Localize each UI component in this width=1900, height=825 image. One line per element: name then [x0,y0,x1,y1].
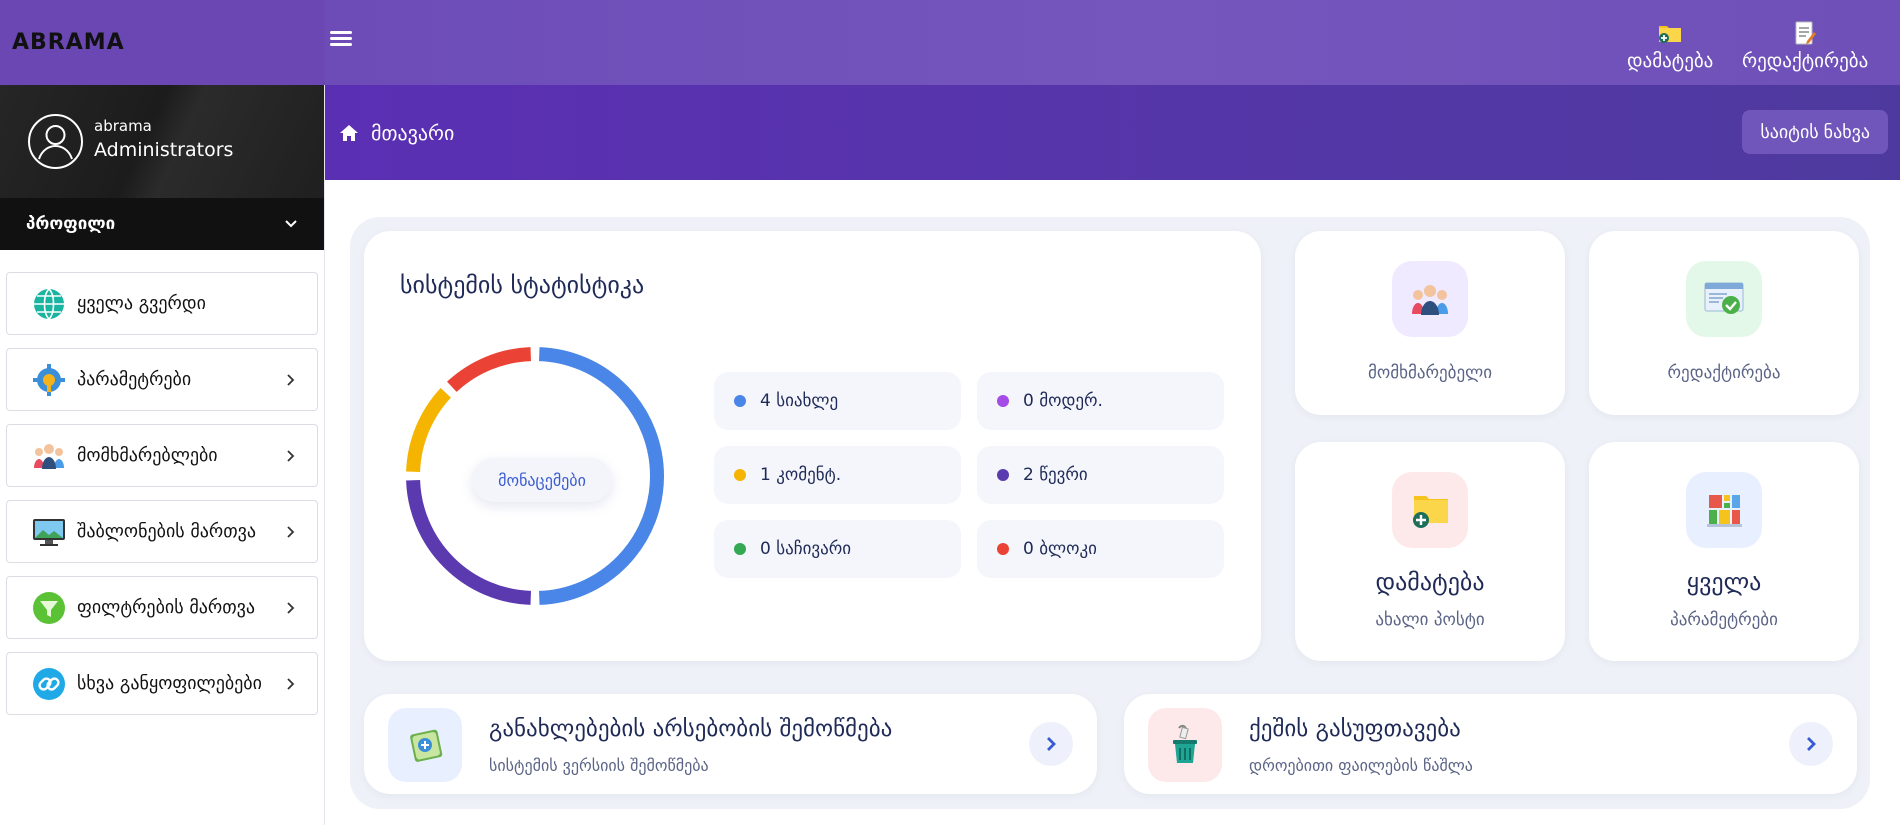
donut-center-label: მონაცემები [472,458,612,502]
chevron-down-icon [285,220,297,228]
settings-gear-icon [31,362,67,398]
update-box-icon [388,708,462,782]
top-edit-button[interactable]: რედაქტირება [1742,18,1868,72]
stat-label: 0 საჩივარი [760,539,852,559]
browser-check-icon [1686,261,1762,337]
tile-all-label: პარამეტრები [1670,610,1778,630]
globe-icon [31,286,67,322]
users-group-icon [1392,261,1468,337]
brand-logo[interactable]: ABRAMA [0,0,325,85]
tile-all-title: ყველა [1686,568,1762,596]
sidebar-item-users[interactable]: მომხმარებლები [6,424,318,487]
brand-name: ABRAMA [12,30,125,55]
sidebar-item-label: შაბლონების მართვა [77,521,257,542]
monitor-icon [31,514,67,550]
stat-dot [734,543,746,555]
user-panel: abrama Administrators [0,85,324,198]
sidebar-item-label: ფილტრების მართვა [77,597,255,618]
tile-editing-label: რედაქტირება [1667,363,1781,383]
tile-add-label: ახალი პოსტი [1375,610,1485,630]
sidebar-item-label: სხვა განყოფილებები [77,673,262,694]
stat-moderation[interactable]: 0 მოდერ. [977,372,1224,430]
top-bar: ABRAMA დამატება რედაქტირება [0,0,1900,85]
tile-all-parameters[interactable]: ყველა პარამეტრები [1589,442,1859,661]
trash-bin-icon [1148,708,1222,782]
system-stats-card: სისტემის სტატისტიკა მონაცემები 4 სიახლე … [364,231,1261,661]
updates-title: განახლებების არსებობის შემოწმება [489,716,893,742]
stat-news[interactable]: 4 სიახლე [714,372,961,430]
stat-comments[interactable]: 1 კომენტ. [714,446,961,504]
top-edit-label: რედაქტირება [1742,50,1869,72]
check-updates-card[interactable]: განახლებების არსებობის შემოწმება სისტემი… [364,694,1097,794]
dashboard-container: სისტემის სტატისტიკა მონაცემები 4 სიახლე … [350,217,1870,809]
tile-add-title: დამატება [1375,568,1485,596]
stat-blocks[interactable]: 0 ბლოკი [977,520,1224,578]
stat-dot [997,395,1009,407]
stat-label: 2 წევრი [1023,465,1088,485]
sidebar-item-all-pages[interactable]: ყველა გვერდი [6,272,318,335]
clear-cache-card[interactable]: ქეშის გასუფთავება დროებითი ფაილების წაშლ… [1124,694,1857,794]
link-icon [31,666,67,702]
sidebar-nav: ყველა გვერდი პარამეტრები მომხმარებლები შ… [0,250,324,715]
stat-complaints[interactable]: 0 საჩივარი [714,520,961,578]
donut-segment-3 [447,347,532,393]
page-header: მთავარი საიტის ნახვა [325,85,1900,180]
filter-icon [31,590,67,626]
sidebar-item-filters[interactable]: ფილტრების მართვა [6,576,318,639]
stat-label: 1 კომენტ. [760,465,842,485]
view-site-button[interactable]: საიტის ნახვა [1742,110,1888,154]
stats-title: სისტემის სტატისტიკა [400,271,645,299]
grid-blocks-icon [1686,472,1762,548]
chevron-right-icon [287,677,295,690]
sidebar-item-label: ყველა გვერდი [77,293,206,314]
cache-subtitle: დროებითი ფაილების წაშლა [1249,756,1473,775]
stat-dot [734,469,746,481]
folder-add-icon [1657,18,1683,48]
updates-go-button[interactable] [1029,722,1073,766]
stat-dot [997,543,1009,555]
users-icon [31,438,67,474]
tile-users[interactable]: მომხმარებელი [1295,231,1565,415]
folder-add-icon [1392,472,1468,548]
profile-dropdown[interactable]: პროფილი [0,198,324,250]
home-icon[interactable] [339,124,359,142]
hamburger-icon [330,31,352,34]
stat-label: 0 ბლოკი [1023,539,1097,559]
chevron-right-icon [1807,737,1816,751]
tile-users-label: მომხმარებელი [1367,363,1492,383]
sidebar-item-other-sections[interactable]: სხვა განყოფილებები [6,652,318,715]
chevron-right-icon [1047,737,1056,751]
donut-segment-2 [406,388,452,473]
breadcrumb-home[interactable]: მთავარი [371,121,454,145]
stat-label: 0 მოდერ. [1023,391,1103,411]
cache-go-button[interactable] [1789,722,1833,766]
tile-editing[interactable]: რედაქტირება [1589,231,1859,415]
avatar[interactable] [28,114,83,169]
top-add-button[interactable]: დამატება [1627,18,1713,72]
cache-title: ქეშის გასუფთავება [1249,716,1461,742]
stat-label: 4 სიახლე [760,391,839,411]
chevron-right-icon [287,525,295,538]
updates-subtitle: სისტემის ვერსიის შემოწმება [489,756,709,775]
top-add-label: დამატება [1627,50,1714,72]
breadcrumb: მთავარი [339,121,454,145]
chevron-right-icon [287,373,295,386]
sidebar-item-parameters[interactable]: პარამეტრები [6,348,318,411]
sidebar: abrama Administrators პროფილი ყველა გვერ… [0,85,325,825]
sidebar-item-label: მომხმარებლები [77,445,218,466]
stat-dot [997,469,1009,481]
tile-add[interactable]: დამატება ახალი პოსტი [1295,442,1565,661]
sidebar-item-label: პარამეტრები [77,369,192,390]
stat-members[interactable]: 2 წევრი [977,446,1224,504]
sidebar-item-templates[interactable]: შაბლონების მართვა [6,500,318,563]
stat-dot [734,395,746,407]
chevron-right-icon [287,601,295,614]
user-name: abrama [94,117,152,135]
menu-toggle-button[interactable] [330,28,352,50]
profile-label: პროფილი [26,214,116,234]
user-role: Administrators [94,139,234,161]
document-edit-icon [1794,18,1817,48]
chevron-right-icon [287,449,295,462]
user-avatar-icon [38,125,73,160]
